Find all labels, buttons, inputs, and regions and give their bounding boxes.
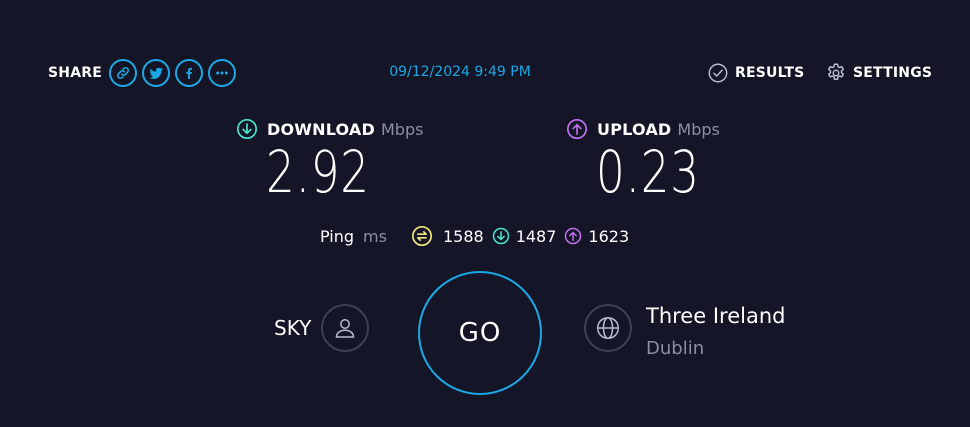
server-info: Three Ireland Dublin xyxy=(584,304,785,359)
ping-upload-value: 1623 xyxy=(588,226,630,246)
gear-icon xyxy=(827,63,845,80)
download-label: DOWNLOAD xyxy=(267,119,375,139)
ping-download: 1487 xyxy=(492,226,557,246)
ping-idle-icon xyxy=(411,226,432,246)
ping-upload-icon xyxy=(565,227,582,245)
isp-info: SKY xyxy=(274,304,370,352)
go-button[interactable]: GO xyxy=(418,271,542,395)
share-twitter-button[interactable] xyxy=(141,59,170,87)
download-value: 2.92 xyxy=(266,138,370,206)
server-name[interactable]: Three Ireland xyxy=(646,302,785,330)
isp-name: SKY xyxy=(274,316,312,340)
ping-download-value: 1487 xyxy=(515,226,557,246)
globe-icon xyxy=(596,316,620,340)
upload-unit: Mbps xyxy=(677,119,720,139)
ping-idle-value: 1588 xyxy=(442,226,484,246)
go-label: GO xyxy=(458,318,502,348)
user-icon xyxy=(336,319,355,338)
share-link-button[interactable] xyxy=(108,59,137,87)
ping-idle: 1588 xyxy=(411,225,484,247)
more-icon xyxy=(216,71,228,75)
share-more-button[interactable] xyxy=(207,59,236,87)
download-unit: Mbps xyxy=(380,119,424,139)
upload-arrow-icon xyxy=(567,119,587,139)
settings-label: SETTINGS xyxy=(853,65,933,81)
isp-avatar-button[interactable] xyxy=(321,304,370,352)
share-bar: SHARE xyxy=(48,57,241,89)
ping-label: Ping xyxy=(320,226,355,246)
ping-upload: 1623 xyxy=(564,227,629,246)
download-metric: DOWNLOAD Mbps 2.92 xyxy=(236,116,424,204)
share-facebook-button[interactable] xyxy=(174,59,203,87)
twitter-icon xyxy=(149,67,163,80)
upload-value: 0.23 xyxy=(596,138,700,206)
ping-download-icon xyxy=(492,227,509,245)
settings-button[interactable]: SETTINGS xyxy=(825,62,932,84)
download-arrow-icon xyxy=(237,119,257,139)
upload-label: UPLOAD xyxy=(597,119,672,139)
share-label: SHARE xyxy=(48,65,102,81)
server-location: Dublin xyxy=(646,338,705,359)
upload-metric: UPLOAD Mbps 0.23 xyxy=(566,116,720,204)
ping-unit: ms xyxy=(363,226,387,246)
facebook-icon xyxy=(186,67,192,79)
ping-row: Ping ms 1588 1487 1623 xyxy=(320,224,629,248)
server-globe-button[interactable] xyxy=(584,304,632,352)
check-circle-icon xyxy=(708,63,728,83)
test-timestamp: 09/12/2024 9:49 PM xyxy=(389,64,531,80)
results-label: RESULTS xyxy=(735,65,805,81)
link-icon xyxy=(116,66,130,80)
results-button[interactable]: RESULTS xyxy=(707,62,804,84)
